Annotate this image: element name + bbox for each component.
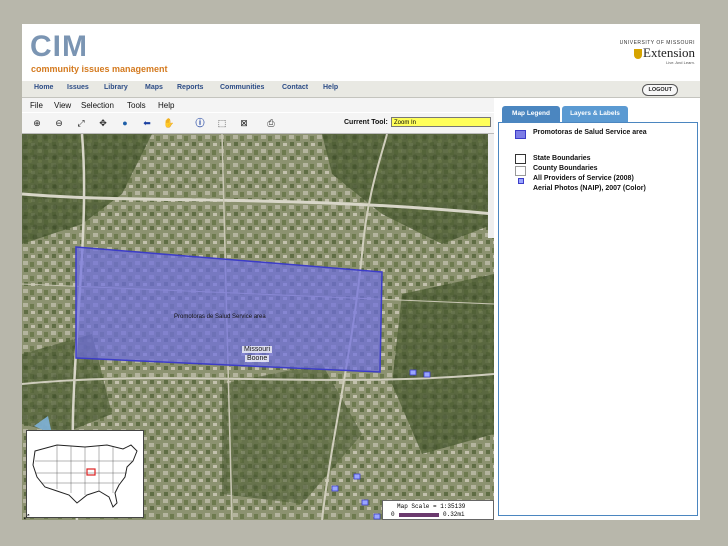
map-view[interactable]: Promotoras de Salud Service area Missour… <box>22 134 494 520</box>
logout-button[interactable]: LOGOUT <box>642 84 678 96</box>
service-area-label: Promotoras de Salud Service area <box>174 314 266 320</box>
provider-marker <box>423 371 431 378</box>
menu-file[interactable]: File <box>30 101 43 110</box>
back-arrow-icon[interactable]: ⬅ <box>141 117 153 129</box>
providers-swatch <box>518 178 524 184</box>
map-scale: Map Scale = 1:35139 0 0.32mi <box>382 500 494 520</box>
full-extent-icon[interactable]: ⤢ <box>75 117 87 129</box>
menu-bar: File View Selection Tools Help <box>22 98 494 112</box>
cim-logo[interactable]: CIM <box>30 32 88 62</box>
county-label: Boone <box>245 355 270 362</box>
legend-list: Promotoras de Salud Service area State B… <box>498 122 698 516</box>
legend-aerial-photos: Aerial Photos (NAIP), 2007 (Color) <box>533 185 646 192</box>
provider-marker <box>409 369 417 376</box>
provider-marker <box>361 499 369 506</box>
menu-help[interactable]: Help <box>158 101 174 110</box>
provider-marker <box>331 485 339 492</box>
logo-tagline: community issues management <box>31 64 168 74</box>
app-frame: CIM community issues management UNIVERSI… <box>22 24 700 520</box>
tab-map-legend[interactable]: Map Legend <box>502 106 560 122</box>
hand-icon[interactable]: ✋ <box>163 117 175 129</box>
nav-reports[interactable]: Reports <box>177 84 203 91</box>
globe-icon[interactable]: ● <box>119 117 131 129</box>
header: CIM community issues management UNIVERSI… <box>22 24 700 80</box>
scale-distance: 0.32mi <box>443 511 465 518</box>
extension-name: Extension <box>643 45 695 60</box>
clear-icon[interactable]: ⊠ <box>238 117 250 129</box>
legend-state-boundaries: State Boundaries <box>533 155 591 162</box>
select-icon[interactable]: ⬚ <box>216 117 228 129</box>
state-boundaries-swatch <box>515 154 526 164</box>
nav-library[interactable]: Library <box>104 84 128 91</box>
pan-extent-icon[interactable]: ✥ <box>97 117 109 129</box>
legend-providers: All Providers of Service (2008) <box>533 175 634 182</box>
provider-marker <box>373 513 381 520</box>
top-nav: Home Issues Library Maps Reports Communi… <box>22 81 700 98</box>
county-boundaries-swatch <box>515 166 526 176</box>
current-tool-field: Zoom In <box>391 117 491 127</box>
legend-panel: Map Legend Layers & Labels Promotoras de… <box>494 98 700 520</box>
nav-issues[interactable]: Issues <box>67 84 89 91</box>
state-label: Missouri <box>242 346 273 353</box>
menu-tools[interactable]: Tools <box>127 101 146 110</box>
resize-icon[interactable]: ⤢ <box>24 514 31 520</box>
nav-home[interactable]: Home <box>34 84 53 91</box>
scale-ratio: Map Scale = 1:35139 <box>397 503 466 510</box>
legend-service-area: Promotoras de Salud Service area <box>533 129 647 136</box>
provider-marker <box>353 473 361 480</box>
current-tool-label: Current Tool: <box>344 119 388 126</box>
legend-county-boundaries: County Boundaries <box>533 165 598 172</box>
extension-motto: Live. And Learn. <box>666 60 695 66</box>
extension-logo[interactable]: UNIVERSITY OF MISSOURI Extension Live. A… <box>607 40 695 65</box>
tab-layers-labels[interactable]: Layers & Labels <box>562 106 628 122</box>
zoom-out-icon[interactable]: ⊖ <box>53 117 65 129</box>
print-icon[interactable]: ⎙ <box>265 117 277 129</box>
info-icon[interactable]: ⓘ <box>194 117 206 129</box>
nav-contact[interactable]: Contact <box>282 84 308 91</box>
us-outline-map <box>32 444 138 508</box>
scale-zero: 0 <box>391 511 395 518</box>
menu-selection[interactable]: Selection <box>81 101 114 110</box>
menu-view[interactable]: View <box>54 101 71 110</box>
scale-bar <box>399 513 439 517</box>
shield-icon <box>634 49 642 60</box>
zoom-in-icon[interactable]: ⊕ <box>31 117 43 129</box>
overview-map[interactable] <box>26 430 144 518</box>
nav-communities[interactable]: Communities <box>220 84 264 91</box>
nav-maps[interactable]: Maps <box>145 84 163 91</box>
nav-help[interactable]: Help <box>323 84 338 91</box>
map-toolbar: ⊕ ⊖ ⤢ ✥ ● ⬅ ✋ ⓘ ⬚ ⊠ ⎙ Current Tool: Zoom… <box>22 113 494 134</box>
service-area-swatch <box>515 130 526 139</box>
